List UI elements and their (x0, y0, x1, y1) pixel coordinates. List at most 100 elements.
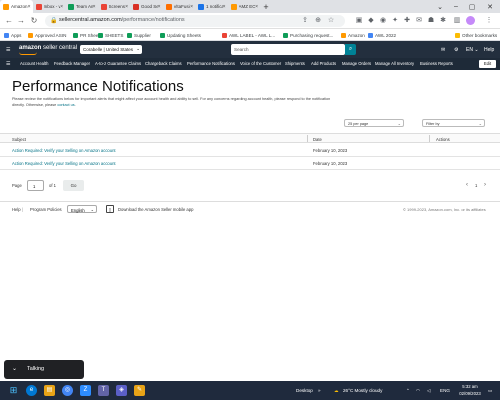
browser-tab[interactable]: Amazon × (0, 0, 33, 13)
network-icon[interactable]: ◠ (416, 388, 420, 394)
extension-icon-5[interactable]: ✚ (402, 16, 412, 26)
close-tab-icon[interactable]: × (190, 4, 193, 10)
zoom-app-icon[interactable]: Z (80, 385, 91, 396)
bookmark-item[interactable]: Purchasing request... (283, 31, 333, 39)
extensions-puzzle-icon[interactable]: ✱ (438, 16, 448, 26)
file-explorer-icon[interactable]: ▤ (44, 385, 55, 396)
seller-search-input[interactable]: Search (231, 44, 345, 55)
mobile-app-link[interactable]: Download the Amazon Seller mobile app (118, 207, 193, 212)
desktop-label[interactable]: Desktop (296, 388, 313, 393)
mail-icon[interactable]: ✉ (441, 45, 445, 54)
bookmark-item[interactable]: Updating Sheets (160, 31, 201, 39)
share-icon[interactable]: ⇪ (300, 16, 310, 26)
go-button[interactable]: Go (63, 180, 84, 191)
marketplace-selector[interactable]: Corabelle | United States ⌄ (80, 45, 142, 54)
search-icon[interactable]: ⌕ (345, 44, 356, 55)
help-link[interactable]: Help (484, 45, 494, 54)
extension-icon-4[interactable]: ✦ (390, 16, 400, 26)
notes-icon[interactable]: ✎ (134, 385, 145, 396)
bookmark-item[interactable]: AWL LABEL - AWL L... (222, 31, 275, 39)
bookmark-star-icon[interactable]: ☆ (326, 16, 336, 26)
notification-subject-link[interactable]: Action Required: Verify your Selling on … (12, 148, 116, 153)
nav-link[interactable]: Manage All Inventory (375, 61, 414, 66)
close-tab-icon[interactable]: × (93, 4, 96, 10)
language-selector[interactable]: EN ⌄ (466, 45, 479, 54)
talking-indicator[interactable]: ⌄ Talking (4, 360, 84, 379)
chrome-icon[interactable]: ◎ (62, 385, 73, 396)
browser-tab[interactable]: Team Amaz× (65, 0, 98, 13)
close-window-icon[interactable]: ✕ (482, 0, 498, 13)
bookmark-item[interactable]: AWL 2022 (368, 31, 396, 39)
seller-central-logo[interactable]: amazon seller central (19, 45, 77, 55)
browser-tab[interactable]: AMZ EOD× (228, 0, 261, 13)
nav-link[interactable]: Account Health (20, 61, 48, 66)
nav-link[interactable]: Chargeback Claims (145, 61, 182, 66)
browser-tab[interactable]: Screensho× (98, 0, 131, 13)
extension-icon[interactable]: ▣ (354, 16, 364, 26)
teams-icon[interactable]: T (98, 385, 109, 396)
tray-chevron-icon[interactable]: ⌃ (406, 388, 410, 394)
extension-icon-6[interactable]: ✉ (414, 16, 424, 26)
settings-gear-icon[interactable]: ⚙ (454, 45, 458, 54)
browser-tab[interactable]: Good Searc× (130, 0, 163, 13)
previous-page-icon[interactable]: ‹ (466, 182, 468, 188)
bookmark-item[interactable]: Approved ASIN (28, 31, 66, 39)
forward-icon[interactable]: → (16, 16, 26, 26)
edit-nav-button[interactable]: Edit (479, 60, 496, 68)
maximize-icon[interactable]: ▢ (464, 0, 480, 13)
date-column-header[interactable]: Date (313, 137, 322, 142)
close-tab-icon[interactable]: × (223, 4, 226, 10)
clock[interactable]: 5:32 am 02/09/2023 (457, 384, 483, 396)
zoom-icon[interactable]: ⊕ (313, 16, 323, 26)
tab-search-icon[interactable]: ⌄ (432, 0, 448, 13)
subject-column-header[interactable]: Subject (12, 137, 26, 142)
nav-link[interactable]: Voice of the Customer (240, 61, 281, 66)
bookmark-item[interactable]: Apps (4, 31, 21, 39)
close-tab-icon[interactable]: × (60, 4, 63, 10)
nav-link[interactable]: Business Reports (420, 61, 453, 66)
page-number-input[interactable]: 1 (27, 180, 44, 191)
sidebar-icon[interactable]: ▥ (452, 16, 462, 26)
bookmark-item[interactable]: Amazon (341, 31, 365, 39)
browser-tab[interactable]: 1 notificati× (195, 0, 228, 13)
nav-link[interactable]: Manage Orders (342, 61, 371, 66)
notification-subject-link[interactable]: Action Required: Verify your Selling on … (12, 161, 116, 166)
reload-icon[interactable]: ↻ (29, 16, 39, 26)
nav-link[interactable]: Feedback Manager (54, 61, 90, 66)
bookmark-menu-icon[interactable]: ☰ (6, 59, 10, 68)
minimize-icon[interactable]: – (448, 0, 464, 13)
speaker-icon[interactable]: ◁ (427, 388, 431, 394)
footer-help-link[interactable]: Help (12, 207, 21, 212)
profile-avatar[interactable] (466, 16, 475, 25)
close-tab-icon[interactable]: × (255, 4, 258, 10)
other-bookmarks[interactable]: Other bookmarks (455, 31, 497, 39)
chevron-right-icon[interactable]: » (318, 388, 321, 393)
browser-menu-icon[interactable]: ⋮ (484, 16, 494, 26)
browser-tab[interactable]: VitaFusion× (163, 0, 196, 13)
nav-link[interactable]: Shipments (285, 61, 305, 66)
nav-link[interactable]: Add Products (311, 61, 336, 66)
store-icon[interactable]: ◈ (116, 385, 127, 396)
hamburger-menu-icon[interactable]: ☰ (6, 45, 10, 54)
bookmark-item[interactable]: PR Sheet (73, 31, 100, 39)
input-language[interactable]: ENG (440, 388, 450, 393)
browser-tab[interactable]: Inbox - vaice× (33, 0, 66, 13)
nav-link[interactable]: A-to-z Guarantee Claims (95, 61, 141, 66)
contact-us-link[interactable]: contact us (57, 103, 74, 107)
per-page-select[interactable]: 25 per page ⌄ (344, 119, 404, 127)
program-policies-link[interactable]: Program Policies (30, 207, 62, 212)
bookmark-item[interactable]: Supplier (127, 31, 151, 39)
footer-language-select[interactable]: English ⌄ (67, 205, 97, 213)
close-tab-icon[interactable]: × (158, 4, 161, 10)
notification-icon[interactable]: ▭ (488, 388, 492, 394)
nav-link[interactable]: Performance Notifications (187, 61, 235, 66)
filter-select[interactable]: Filter by ⌄ (422, 119, 485, 127)
close-tab-icon[interactable]: × (125, 4, 128, 10)
next-page-icon[interactable]: › (484, 182, 486, 188)
new-tab-button[interactable]: + (260, 0, 272, 13)
extension-icon-7[interactable]: ☗ (426, 16, 436, 26)
bookmark-item[interactable]: SHEETS (98, 31, 123, 39)
close-tab-icon[interactable]: × (28, 4, 31, 10)
back-icon[interactable]: ← (4, 16, 14, 26)
edge-icon[interactable]: e (26, 385, 37, 396)
